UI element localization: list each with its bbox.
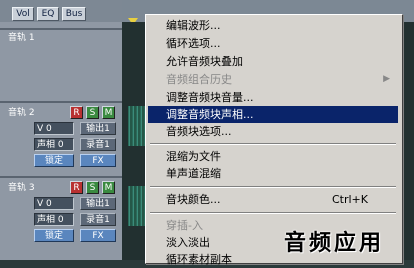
mute-button[interactable]: M — [102, 181, 115, 194]
menu-item-edit-waveform[interactable]: 编辑波形... — [148, 17, 398, 34]
menu-item-mixdown-to-file[interactable]: 混缩为文件 — [148, 148, 398, 165]
mute-button[interactable]: M — [102, 106, 115, 119]
output-button[interactable]: 输出1 — [80, 197, 116, 210]
menu-separator — [150, 212, 396, 214]
menu-item-allow-overlap[interactable]: 允许音频块叠加 — [148, 53, 398, 70]
record-arm-button[interactable]: R — [70, 181, 83, 194]
tab-vol[interactable]: Vol — [12, 7, 34, 21]
menu-separator — [150, 143, 396, 145]
menu-item-loop-options[interactable]: 循环选项... — [148, 35, 398, 52]
pan-field[interactable]: 声相 0 — [34, 213, 74, 226]
menu-separator — [150, 186, 396, 188]
track-1-name: 音轨 1 — [8, 33, 35, 43]
shortcut-label: Ctrl+K — [331, 193, 368, 206]
track-2-name: 音轨 2 — [8, 108, 35, 118]
watermark-text: 音频应用 — [284, 231, 385, 256]
solo-button[interactable]: S — [86, 106, 99, 119]
menu-item-group-history-label: 音频组合历史 — [166, 73, 232, 86]
menu-item-block-color-label: 音块颜色... — [166, 193, 221, 206]
menu-item-mono-mixdown[interactable]: 单声道混缩 — [148, 165, 398, 182]
track-divider — [0, 101, 122, 103]
fx-button[interactable]: FX — [80, 154, 116, 167]
output-button[interactable]: 输出1 — [80, 122, 116, 135]
tab-bus[interactable]: Bus — [62, 7, 86, 21]
record-arm-button[interactable]: R — [70, 106, 83, 119]
track-divider — [0, 28, 122, 30]
submenu-arrow-icon: ▶ — [383, 74, 390, 84]
record-input-button[interactable]: 录音1 — [80, 213, 116, 226]
record-input-button[interactable]: 录音1 — [80, 138, 116, 151]
fx-button[interactable]: FX — [80, 229, 116, 242]
volume-field[interactable]: V 0 — [34, 197, 74, 210]
solo-button[interactable]: S — [86, 181, 99, 194]
menu-item-block-options[interactable]: 音频块选项... — [148, 123, 398, 140]
menu-item-block-color[interactable]: 音块颜色... Ctrl+K — [148, 191, 398, 208]
pan-field[interactable]: 声相 0 — [34, 138, 74, 151]
track-3-name: 音轨 3 — [8, 183, 35, 193]
volume-field[interactable]: V 0 — [34, 122, 74, 135]
menu-item-group-history: 音频组合历史 ▶ — [148, 71, 398, 88]
lock-button[interactable]: 锁定 — [34, 229, 74, 242]
menu-item-adjust-pan[interactable]: 调整音频块声相... — [148, 106, 398, 123]
track-divider — [0, 176, 122, 178]
lock-button[interactable]: 锁定 — [34, 154, 74, 167]
tab-eq[interactable]: EQ — [37, 7, 59, 21]
menu-item-adjust-volume[interactable]: 调整音频块音量... — [148, 89, 398, 106]
